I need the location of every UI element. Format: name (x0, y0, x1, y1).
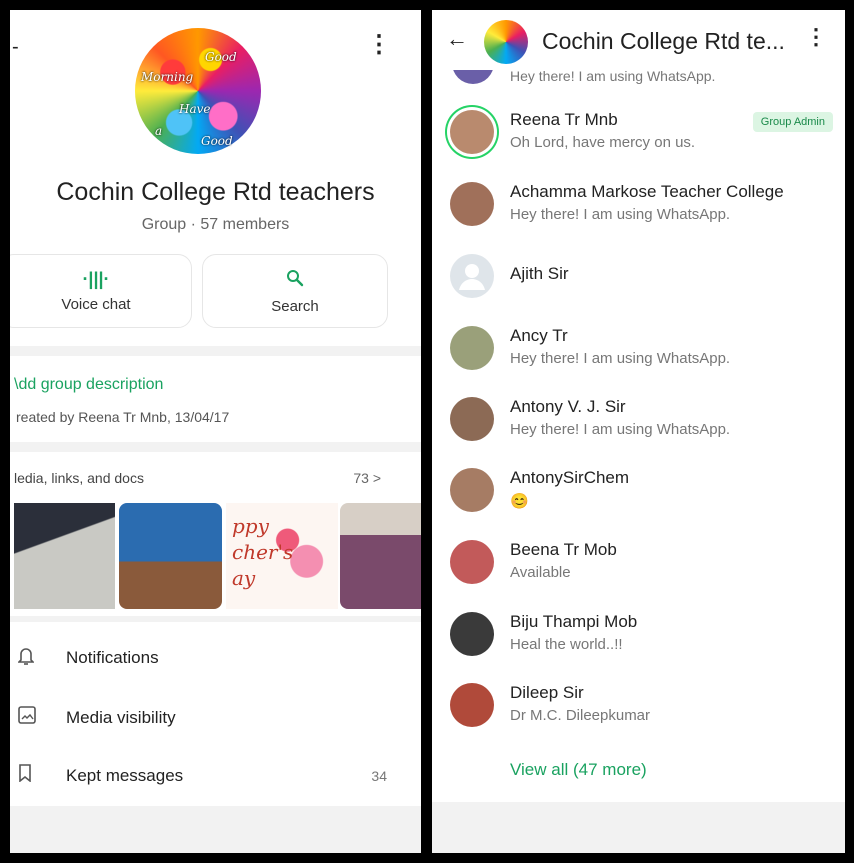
add-group-description-link[interactable]: \dd group description (14, 376, 163, 394)
avatar (450, 182, 494, 226)
group-avatar[interactable]: Good Morning Have a Good (135, 28, 261, 154)
section-divider (10, 346, 421, 356)
member-row[interactable]: Ancy Tr Hey there! I am using WhatsApp. (432, 316, 845, 380)
back-arrow-icon[interactable]: - (12, 36, 19, 59)
avatar-word: Morning (141, 70, 194, 84)
member-status: 😊 (510, 493, 529, 510)
section-divider (10, 806, 421, 853)
member-row[interactable]: Dileep Sir Dr M.C. Dileepkumar (432, 673, 845, 737)
media-count[interactable]: 73 > (353, 470, 381, 486)
member-status: Available (510, 564, 571, 581)
media-thumbnail[interactable] (119, 503, 222, 609)
notifications-item[interactable]: Notifications (10, 638, 421, 678)
member-row[interactable]: Ajith Sir (432, 244, 845, 308)
member-status: Oh Lord, have mercy on us. (510, 134, 696, 151)
more-options-icon[interactable]: ⋮ (805, 24, 827, 50)
member-status: Hey there! I am using WhatsApp. (510, 206, 731, 223)
voice-chat-label: Voice chat (61, 296, 131, 313)
avatar (450, 397, 494, 441)
group-avatar[interactable] (484, 20, 528, 64)
default-avatar-icon (450, 254, 494, 298)
member-name: Ancy Tr (510, 326, 568, 345)
member-name: Antony V. J. Sir (510, 397, 626, 416)
media-thumbnail[interactable] (14, 503, 115, 609)
top-app-bar: ← Cochin College Rtd te... ⋮ (432, 10, 845, 70)
member-name: AntonySirChem (510, 468, 630, 487)
bell-icon (17, 646, 35, 671)
member-name: Dileep Sir (510, 683, 584, 702)
voice-chat-button[interactable]: ·|||· Voice chat (10, 254, 192, 328)
member-status: Hey there! I am using WhatsApp. (510, 421, 731, 438)
member-name: Ajith Sir (510, 264, 569, 283)
member-row[interactable]: Biju Thampi Mob Heal the world..!! (432, 602, 845, 666)
more-options-icon[interactable]: ⋮ (367, 30, 391, 59)
group-member-count: Group · 57 members (141, 216, 290, 233)
avatar-word: Good (205, 50, 237, 64)
notifications-label: Notifications (66, 648, 159, 667)
waveform-icon: ·|||· (82, 269, 110, 289)
section-divider (10, 442, 421, 452)
member-name: Achamma Markose Teacher College (510, 182, 784, 201)
media-thumb-text: ppy cher's ay (232, 514, 294, 590)
avatar-word: Have (179, 102, 211, 116)
avatar-word: a (155, 124, 163, 138)
avatar (450, 326, 494, 370)
media-links-docs-heading[interactable]: ledia, links, and docs (14, 470, 144, 486)
search-label: Search (271, 298, 319, 315)
members-panel: Hey there! I am using WhatsApp. ← Cochin… (432, 10, 845, 853)
search-button[interactable]: Search (202, 254, 388, 328)
search-icon (203, 269, 387, 292)
kept-messages-count: 34 (371, 768, 387, 784)
avatar (450, 540, 494, 584)
media-thumbnail[interactable] (340, 503, 421, 609)
back-arrow-icon[interactable]: ← (446, 26, 468, 52)
section-divider (432, 802, 845, 853)
member-row[interactable]: AntonySirChem 😊 (432, 458, 845, 522)
image-icon (18, 706, 36, 729)
kept-messages-item[interactable]: Kept messages 34 (10, 756, 421, 796)
view-all-members-link[interactable]: View all (47 more) (510, 760, 647, 780)
media-visibility-label: Media visibility (66, 708, 176, 727)
avatar (450, 110, 494, 154)
kept-messages-label: Kept messages (66, 766, 184, 785)
group-title: Cochin College Rtd teachers (56, 178, 375, 206)
section-divider (10, 616, 421, 622)
member-status: Hey there! I am using WhatsApp. (510, 68, 716, 84)
group-info-panel: - ⋮ Good Morning Have a Good Cochin Coll… (10, 10, 421, 853)
avatar (450, 468, 494, 512)
member-status: Heal the world..!! (510, 636, 623, 653)
member-row[interactable]: Beena Tr Mob Available (432, 530, 845, 594)
member-row[interactable]: Antony V. J. Sir Hey there! I am using W… (432, 387, 845, 451)
media-thumbnail[interactable]: ppy cher's ay (226, 503, 338, 609)
member-name: Biju Thampi Mob (510, 612, 638, 631)
member-row[interactable]: Reena Tr Mnb Oh Lord, have mercy on us. … (432, 100, 845, 164)
member-name: Reena Tr Mnb (510, 110, 618, 129)
member-row[interactable]: Achamma Markose Teacher College Hey ther… (432, 172, 845, 236)
bookmark-icon (18, 764, 32, 787)
member-name: Beena Tr Mob (510, 540, 617, 559)
avatar (450, 612, 494, 656)
member-status: Hey there! I am using WhatsApp. (510, 350, 731, 367)
member-status: Dr M.C. Dileepkumar (510, 707, 651, 724)
avatar (450, 683, 494, 727)
created-by-text: reated by Reena Tr Mnb, 13/04/17 (16, 409, 230, 425)
media-visibility-item[interactable]: Media visibility (10, 698, 421, 738)
avatar-word: Good (201, 134, 233, 148)
group-title[interactable]: Cochin College Rtd te... (542, 28, 785, 55)
group-admin-badge: Group Admin (752, 112, 833, 132)
